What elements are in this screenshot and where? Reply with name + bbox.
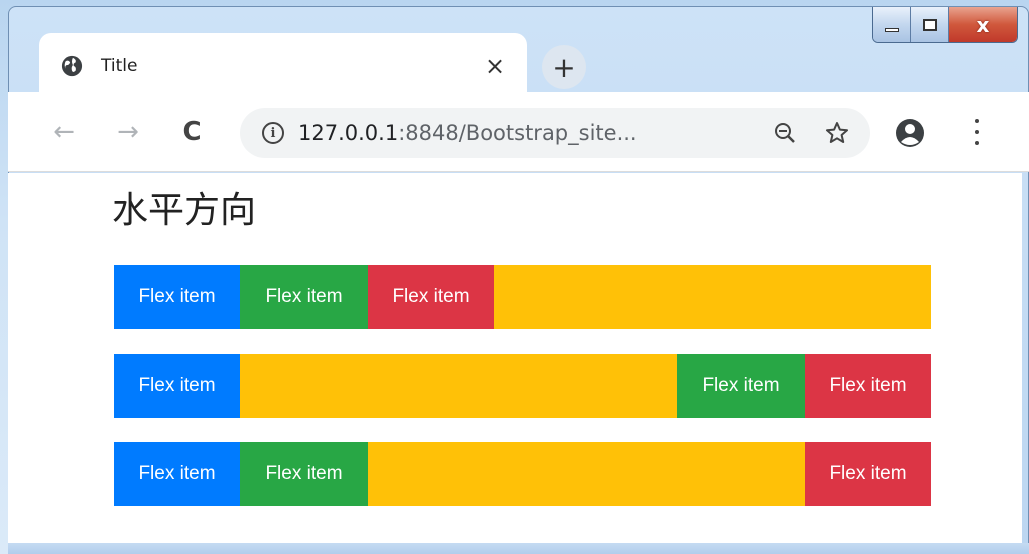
flex-item-green: Flex item xyxy=(240,265,368,329)
browser-tab[interactable]: Title × xyxy=(39,33,527,99)
url-path: :8848/Bootstrap_site... xyxy=(398,121,637,145)
zoom-out-icon[interactable] xyxy=(770,118,800,148)
reload-button[interactable]: C xyxy=(176,116,208,148)
flex-item-red: Flex item xyxy=(805,354,931,418)
minimize-icon xyxy=(884,27,899,32)
maximize-button[interactable] xyxy=(911,7,949,42)
flex-item-blue: Flex item xyxy=(114,265,240,329)
tab-close-icon[interactable]: × xyxy=(483,52,507,80)
window-controls: x xyxy=(872,7,1018,43)
forward-button[interactable]: → xyxy=(112,116,144,148)
flex-item-red: Flex item xyxy=(805,442,931,506)
back-button[interactable]: ← xyxy=(48,116,80,148)
url-host: 127.0.0.1 xyxy=(298,121,399,145)
info-icon[interactable]: i xyxy=(262,122,284,144)
flex-item-green: Flex item xyxy=(240,442,368,506)
minimize-button[interactable] xyxy=(873,7,911,42)
flex-fill xyxy=(494,265,931,329)
flex-fill xyxy=(240,354,677,418)
globe-icon xyxy=(61,55,83,77)
profile-avatar-icon[interactable] xyxy=(895,118,925,148)
flex-item-red: Flex item xyxy=(368,265,494,329)
maximize-icon xyxy=(922,18,937,31)
close-icon: x xyxy=(976,12,990,37)
tab-title: Title xyxy=(101,56,138,76)
flex-container-split-two: Flex item Flex item Flex item xyxy=(114,442,931,506)
page-viewport: 水平方向 Flex item Flex item Flex item Flex … xyxy=(8,173,1022,543)
flex-item-green: Flex item xyxy=(677,354,805,418)
address-bar[interactable]: i 127.0.0.1:8848/Bootstrap_site... xyxy=(240,108,870,158)
page-heading: 水平方向 xyxy=(112,190,257,231)
new-tab-button[interactable]: + xyxy=(542,45,586,89)
url-text[interactable]: 127.0.0.1:8848/Bootstrap_site... xyxy=(298,121,748,145)
window-bottom-frame xyxy=(8,543,1029,554)
browser-menu-icon[interactable] xyxy=(967,116,987,148)
flex-container-split-one: Flex item Flex item Flex item xyxy=(114,354,931,418)
flex-fill xyxy=(368,442,805,506)
flex-item-blue: Flex item xyxy=(114,442,240,506)
flex-item-blue: Flex item xyxy=(114,354,240,418)
bookmark-star-icon[interactable] xyxy=(822,118,852,148)
flex-container-start: Flex item Flex item Flex item xyxy=(114,265,931,329)
browser-toolbar: ← → C i 127.0.0.1:8848/Bootstrap_site... xyxy=(8,92,1029,172)
close-window-button[interactable]: x xyxy=(949,7,1017,42)
